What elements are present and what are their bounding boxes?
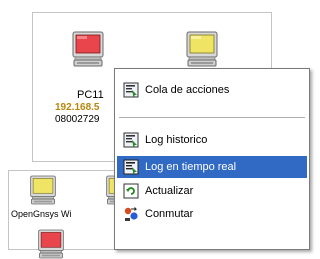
menu-item-label: Actualizar	[145, 185, 194, 197]
menu-item-log-en-tiempo-real[interactable]: Log en tiempo real	[117, 156, 307, 178]
menu-item-conmutar[interactable]: Conmutar	[117, 203, 307, 225]
menu-item-label: Cola de acciones	[145, 84, 230, 96]
opengnsys-name-label: OpenGnsys Wi	[11, 209, 72, 219]
opengnsys-computer-icon[interactable]	[29, 175, 57, 205]
pc11-computer-icon[interactable]	[71, 31, 105, 67]
pc11-mac-label: 08002729	[55, 114, 100, 125]
menu-item-actualizar[interactable]: Actualizar	[117, 180, 307, 202]
task-queue-icon	[123, 82, 139, 98]
menu-item-label: Conmutar	[145, 208, 194, 220]
menu-item-label: Log en tiempo real	[145, 161, 237, 173]
menu-separator	[119, 117, 305, 118]
refresh-icon	[123, 183, 139, 199]
menu-item-cola-de-acciones[interactable]: Cola de acciones	[117, 79, 307, 101]
menu-item-log-historico[interactable]: Log historico	[117, 129, 307, 151]
pc11-name-label: PC11	[77, 89, 104, 101]
switch-icon	[123, 206, 139, 222]
context-menu: Cola de acciones Log historico Log en ti…	[114, 68, 310, 250]
pc11-ip-label: 192.168.5	[55, 102, 100, 113]
menu-item-label: Log historico	[145, 134, 208, 146]
pc-yellow-computer-icon[interactable]	[185, 31, 219, 67]
computer-panel-bottom: OpenGnsys Wi	[8, 170, 123, 250]
log-history-icon	[123, 132, 139, 148]
log-realtime-icon	[123, 159, 139, 175]
pc-red-partial-computer-icon[interactable]	[37, 229, 65, 259]
